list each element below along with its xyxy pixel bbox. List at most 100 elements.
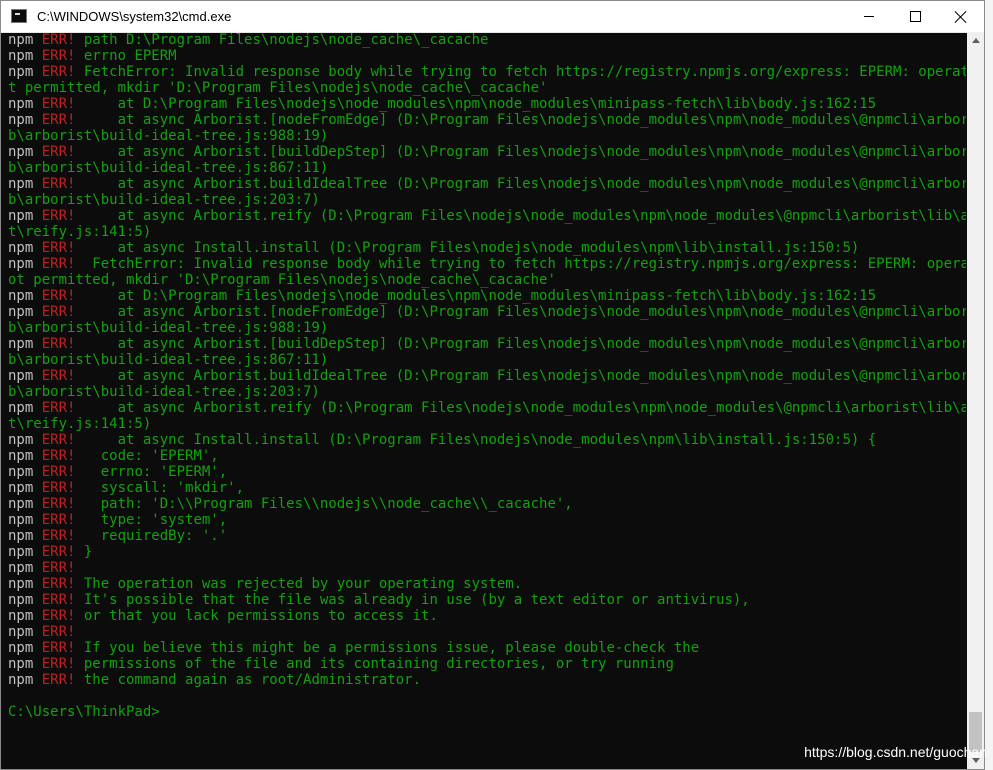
message-text: or that you lack permissions to access i… [75,608,438,624]
console-line: npm ERR! at D:\Program Files\nodejs\node… [8,288,966,304]
message-text: b\arborist\build-ideal-tree.js:203:7) [8,384,320,400]
console-line: npm ERR! It's possible that the file was… [8,592,966,608]
message-text: ot permitted, mkdir 'D:\Program Files\no… [8,272,556,288]
console-line: npm ERR! code: 'EPERM', [8,448,966,464]
console-line: npm ERR! If you believe this might be a … [8,640,966,656]
console-line: npm ERR! errno EPERM [8,48,966,64]
npm-prefix: npm [8,336,42,352]
console-line: b\arborist\build-ideal-tree.js:203:7) [8,192,966,208]
scroll-up-button[interactable] [967,32,984,49]
vertical-scrollbar[interactable] [967,32,984,769]
console-line: npm ERR! type: 'system', [8,512,966,528]
npm-prefix: npm [8,48,42,64]
npm-prefix: npm [8,208,42,224]
npm-prefix: npm [8,32,42,48]
npm-prefix: npm [8,608,42,624]
message-text: errno EPERM [75,48,177,64]
err-tag: ERR! [41,368,76,384]
maximize-button[interactable] [892,1,938,32]
console-line: npm ERR! errno: 'EPERM', [8,464,966,480]
npm-prefix: npm [8,400,42,416]
err-tag: ERR! [41,624,76,640]
message-text: FetchError: Invalid response body while … [75,256,966,272]
console-line: npm ERR! permissions of the file and its… [8,656,966,672]
npm-prefix: npm [8,112,42,128]
title-bar[interactable]: C:\WINDOWS\system32\cmd.exe [1,1,984,33]
console-line: npm ERR! at D:\Program Files\nodejs\node… [8,96,966,112]
message-text: errno: 'EPERM', [75,464,228,480]
npm-prefix: npm [8,144,42,160]
err-tag: ERR! [41,576,76,592]
close-icon [955,11,967,23]
console-line: b\arborist\build-ideal-tree.js:203:7) [8,384,966,400]
message-text: t\reify.js:141:5) [8,224,152,240]
err-tag: ERR! [41,656,76,672]
window-title: C:\WINDOWS\system32\cmd.exe [37,9,232,24]
err-tag: ERR! [41,64,76,80]
npm-prefix: npm [8,432,42,448]
console-line: ot permitted, mkdir 'D:\Program Files\no… [8,272,966,288]
err-tag: ERR! [41,240,76,256]
message-text: b\arborist\build-ideal-tree.js:867:11) [8,160,329,176]
npm-prefix: npm [8,240,42,256]
message-text: type: 'system', [75,512,228,528]
npm-prefix: npm [8,672,42,688]
minimize-icon [864,16,874,17]
console-line: t permitted, mkdir 'D:\Program Files\nod… [8,80,966,96]
err-tag: ERR! [41,48,76,64]
message-text: at async Arborist.buildIdealTree (D:\Pro… [75,368,966,384]
console-line: b\arborist\build-ideal-tree.js:867:11) [8,352,966,368]
console-line: npm ERR! [8,560,966,576]
console-line: npm ERR! at async Arborist.reify (D:\Pro… [8,208,966,224]
message-text: at async Arborist.[nodeFromEdge] (D:\Pro… [75,304,966,320]
err-tag: ERR! [41,432,76,448]
err-tag: ERR! [41,256,76,272]
message-text: at async Arborist.buildIdealTree (D:\Pro… [75,176,966,192]
npm-prefix: npm [8,512,42,528]
err-tag: ERR! [41,544,76,560]
desktop-background [985,0,993,770]
console-line: b\arborist\build-ideal-tree.js:988:19) [8,128,966,144]
console-line: t\reify.js:141:5) [8,416,966,432]
close-button[interactable] [938,1,984,32]
console-line: b\arborist\build-ideal-tree.js:867:11) [8,160,966,176]
npm-prefix: npm [8,480,42,496]
console-line: npm ERR! The operation was rejected by y… [8,576,966,592]
command-prompt[interactable]: C:\Users\ThinkPad> [8,704,966,720]
console-output[interactable]: npm ERR! path D:\Program Files\nodejs\no… [8,32,966,769]
console-line: npm ERR! at async Arborist.[buildDepStep… [8,144,966,160]
err-tag: ERR! [41,112,76,128]
cmd-app-icon[interactable] [11,9,27,23]
npm-prefix: npm [8,304,42,320]
message-text: at async Arborist.reify (D:\Program File… [75,400,966,416]
message-text: b\arborist\build-ideal-tree.js:203:7) [8,192,320,208]
message-text: code: 'EPERM', [75,448,219,464]
minimize-button[interactable] [846,1,892,32]
message-text: at async Arborist.reify (D:\Program File… [75,208,966,224]
console-line: npm ERR! at async Install.install (D:\Pr… [8,432,966,448]
console-line: npm ERR! [8,624,966,640]
maximize-icon [909,11,921,22]
err-tag: ERR! [41,640,76,656]
message-text: at async Arborist.[buildDepStep] (D:\Pro… [75,336,966,352]
message-text: FetchError: Invalid response body while … [75,64,966,80]
npm-prefix: npm [8,528,42,544]
cmd-window: C:\WINDOWS\system32\cmd.exe npm ERR! pat… [0,0,985,770]
message-text: b\arborist\build-ideal-tree.js:988:19) [8,320,329,336]
message-text: It's possible that the file was already … [75,592,750,608]
npm-prefix: npm [8,656,42,672]
npm-prefix: npm [8,576,42,592]
npm-prefix: npm [8,288,42,304]
console-line: npm ERR! at async Arborist.buildIdealTre… [8,368,966,384]
npm-prefix: npm [8,496,42,512]
err-tag: ERR! [41,528,76,544]
message-text: b\arborist\build-ideal-tree.js:867:11) [8,352,329,368]
message-text: permissions of the file and its containi… [75,656,674,672]
err-tag: ERR! [41,592,76,608]
err-tag: ERR! [41,448,76,464]
err-tag: ERR! [41,144,76,160]
console-line: npm ERR! at async Arborist.[nodeFromEdge… [8,304,966,320]
err-tag: ERR! [41,32,76,48]
err-tag: ERR! [41,208,76,224]
npm-prefix: npm [8,96,42,112]
